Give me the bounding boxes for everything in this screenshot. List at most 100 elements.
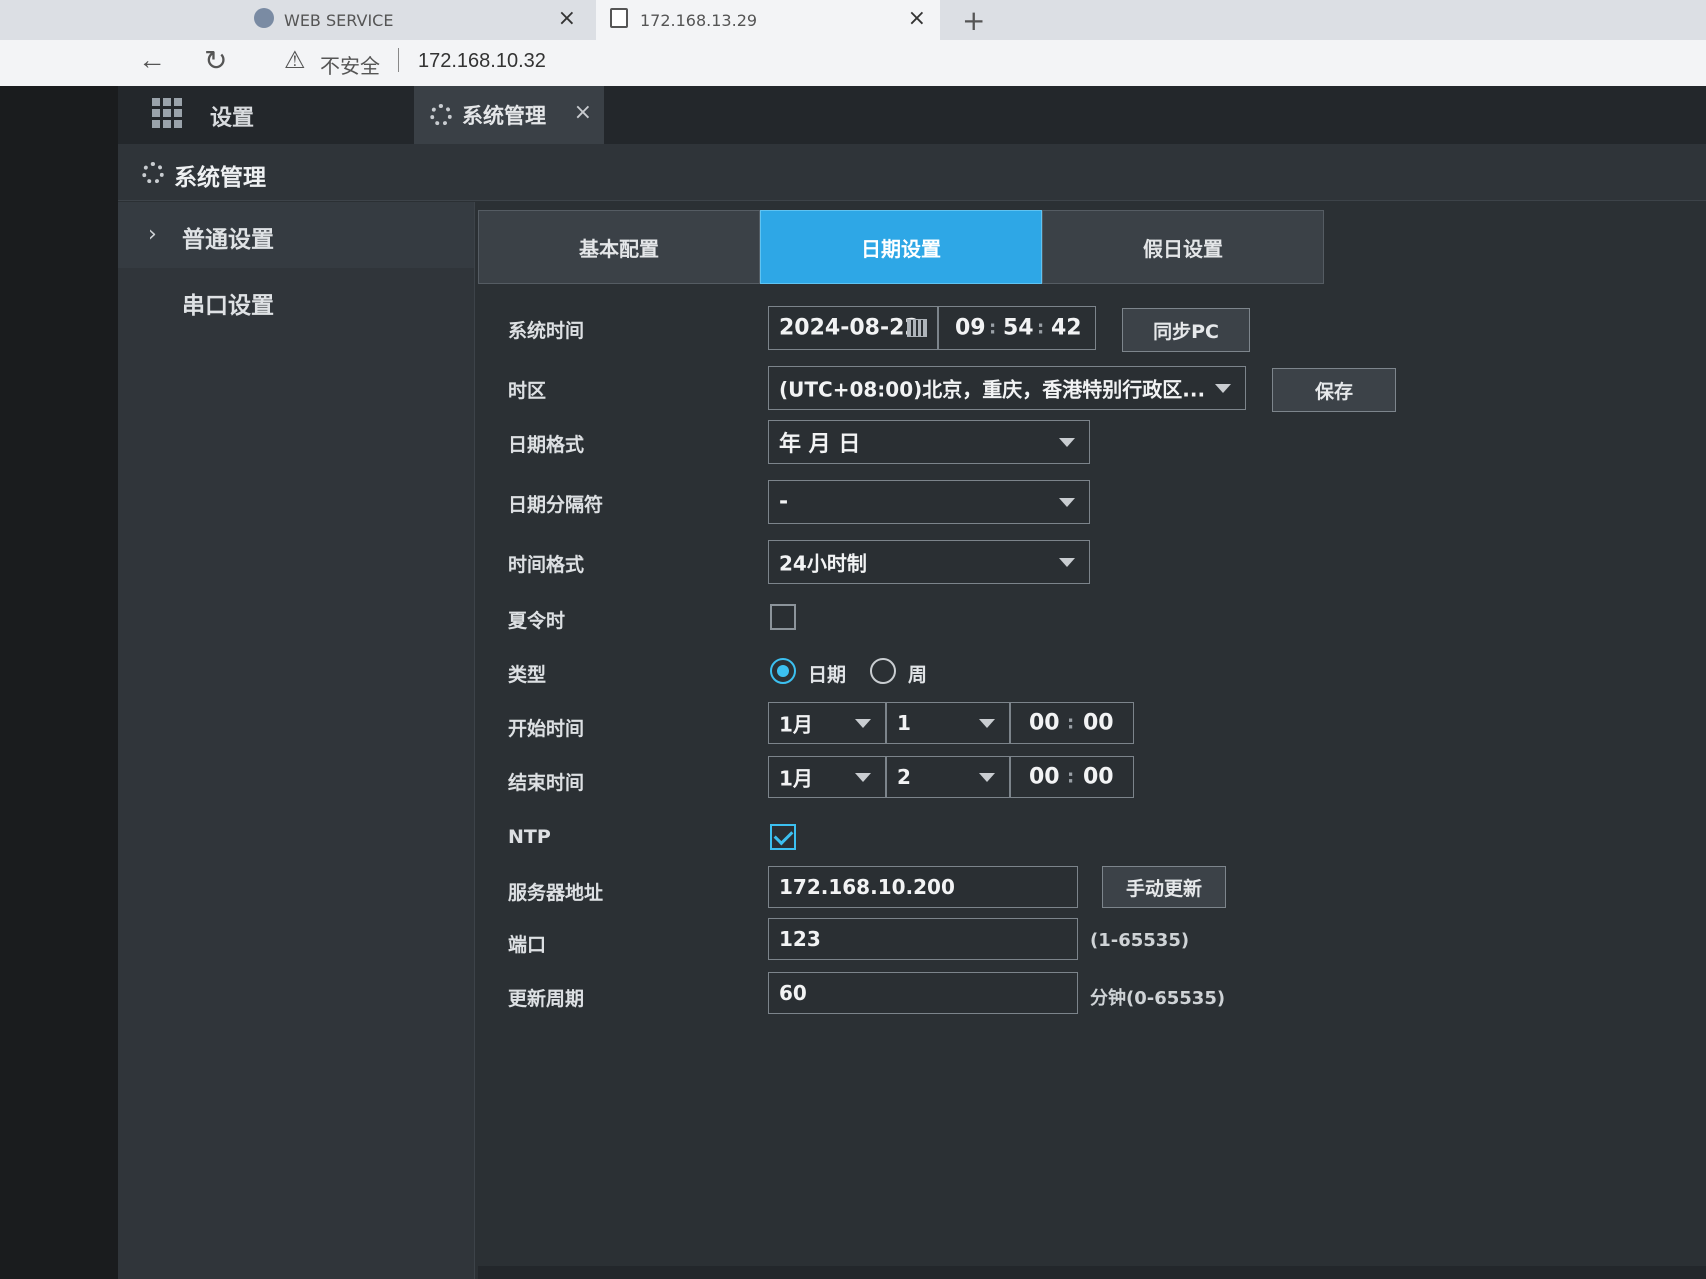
dropdown-arrow-icon [1059, 558, 1075, 567]
calendar-icon[interactable] [907, 319, 927, 337]
date-value: 2024-08-22 [779, 315, 920, 341]
start-day-select[interactable]: 1 [886, 702, 1010, 744]
url-text[interactable]: 172.168.10.32 [418, 50, 546, 73]
dropdown-arrow-icon [855, 719, 871, 728]
end-day-value: 2 [897, 765, 911, 789]
type-week-label[interactable]: 周 [908, 660, 927, 687]
port-input[interactable]: 123 [768, 918, 1078, 960]
date-settings-form: 系统时间 2024-08-22 09 : 54 : 42 同步PC 时区 (UT… [478, 296, 1678, 1196]
apps-grid-icon[interactable] [152, 98, 182, 128]
tab-date-settings[interactable]: 日期设置 [760, 210, 1042, 284]
system-time-label: 系统时间 [508, 320, 585, 342]
end-clock-input[interactable]: 00 : 00 [1010, 756, 1134, 798]
date-input[interactable]: 2024-08-22 [768, 306, 938, 350]
app-top-bar: 设置 系统管理 × [118, 86, 1706, 144]
date-separator-select[interactable]: - [768, 480, 1090, 524]
manual-update-button[interactable]: 手动更新 [1102, 866, 1226, 908]
close-tab-icon[interactable]: × [908, 6, 926, 31]
app-tab-label: 系统管理 [462, 104, 546, 128]
sidebar-item-label: 串口设置 [182, 293, 274, 319]
date-format-select[interactable]: 年 月 日 [768, 420, 1090, 464]
browser-tab-strip: WEB SERVICE × 172.168.13.29 × + [0, 0, 1706, 40]
address-bar: ← ↻ ⚠ 不安全 172.168.10.32 [0, 40, 1706, 86]
end-month-value: 1月 [779, 766, 813, 791]
app-tab-system-management[interactable]: 系统管理 × [414, 86, 604, 144]
end-minute-value[interactable]: 00 [1083, 765, 1114, 790]
time-input[interactable]: 09 : 54 : 42 [938, 306, 1096, 350]
settings-menu-label[interactable]: 设置 [210, 100, 254, 132]
update-period-label: 更新周期 [508, 988, 585, 1010]
end-day-select[interactable]: 2 [886, 756, 1010, 798]
time-colon: : [989, 317, 997, 339]
page-header: 系统管理 [118, 144, 1706, 201]
new-tab-plus-icon[interactable]: + [962, 4, 985, 37]
sidebar-item-general[interactable]: › 普通设置 [118, 202, 474, 268]
close-icon[interactable]: × [574, 100, 592, 125]
date-separator-value: - [779, 489, 789, 515]
update-period-input[interactable]: 60 [768, 972, 1078, 1014]
start-month-value: 1月 [779, 712, 813, 737]
time-colon: : [1067, 712, 1075, 734]
browser-tab-title: WEB SERVICE [284, 10, 394, 30]
date-format-value: 年 月 日 [779, 432, 861, 457]
save-button[interactable]: 保存 [1272, 368, 1396, 412]
app-window: 设置 系统管理 × 系统管理 › 普通设置 串口设置 基本配置 日期设置 假日设… [118, 86, 1706, 1279]
start-minute-value[interactable]: 00 [1083, 711, 1114, 736]
back-arrow-icon[interactable]: ← [138, 44, 166, 76]
dropdown-arrow-icon [979, 719, 995, 728]
sidebar-item-serial[interactable]: 串口设置 [118, 268, 474, 334]
dropdown-arrow-icon [1059, 438, 1075, 447]
time-colon: : [1067, 766, 1075, 788]
dst-label: 夏令时 [508, 610, 566, 632]
type-week-radio[interactable] [870, 658, 896, 684]
type-date-label[interactable]: 日期 [808, 660, 846, 687]
address-divider [398, 48, 399, 72]
dropdown-arrow-icon [1059, 498, 1075, 507]
dropdown-arrow-icon [855, 773, 871, 782]
timezone-select[interactable]: (UTC+08:00)北京，重庆，香港特别行政区... [768, 366, 1246, 410]
warning-triangle-icon[interactable]: ⚠ [284, 46, 306, 75]
reload-icon[interactable]: ↻ [204, 44, 227, 77]
security-label[interactable]: 不安全 [320, 50, 380, 79]
update-period-hint: 分钟(0-65535) [1090, 988, 1226, 1009]
start-clock-input[interactable]: 00 : 00 [1010, 702, 1134, 744]
start-day-value: 1 [897, 711, 911, 735]
sync-pc-button[interactable]: 同步PC [1122, 308, 1250, 352]
date-format-label: 日期格式 [508, 434, 585, 456]
timezone-label: 时区 [508, 380, 547, 402]
browser-tab-ip[interactable]: 172.168.13.29 × [596, 0, 940, 40]
hour-value[interactable]: 09 [955, 316, 986, 341]
tab-basic-config[interactable]: 基本配置 [478, 210, 760, 284]
start-time-label: 开始时间 [508, 718, 585, 740]
port-value: 123 [779, 927, 821, 951]
gear-icon [142, 162, 164, 184]
bottom-divider [478, 1266, 1706, 1279]
browser-tab-title: 172.168.13.29 [640, 10, 758, 30]
gear-icon [430, 104, 452, 126]
type-date-radio[interactable] [770, 658, 796, 684]
start-hour-value[interactable]: 00 [1029, 711, 1060, 736]
dropdown-arrow-icon [979, 773, 995, 782]
sidebar-item-label: 普通设置 [182, 227, 274, 253]
second-value[interactable]: 42 [1051, 316, 1082, 341]
close-tab-icon[interactable]: × [558, 6, 576, 31]
date-separator-label: 日期分隔符 [508, 494, 604, 516]
dst-checkbox[interactable] [770, 604, 796, 630]
time-format-select[interactable]: 24小时制 [768, 540, 1090, 584]
port-range-hint: (1-65535) [1090, 930, 1190, 951]
browser-tab-web-service[interactable]: WEB SERVICE × [240, 0, 590, 40]
time-format-value: 24小时制 [779, 551, 867, 576]
time-format-label: 时间格式 [508, 554, 585, 576]
port-label: 端口 [508, 934, 547, 956]
server-address-input[interactable]: 172.168.10.200 [768, 866, 1078, 908]
type-label: 类型 [508, 664, 547, 686]
ntp-checkbox[interactable] [770, 824, 796, 850]
minute-value[interactable]: 54 [1003, 316, 1034, 341]
site-favicon-icon [254, 8, 274, 28]
page-favicon-icon [610, 8, 628, 28]
end-hour-value[interactable]: 00 [1029, 765, 1060, 790]
start-month-select[interactable]: 1月 [768, 702, 886, 744]
page-title: 系统管理 [174, 165, 266, 191]
end-month-select[interactable]: 1月 [768, 756, 886, 798]
tab-holiday-settings[interactable]: 假日设置 [1042, 210, 1324, 284]
